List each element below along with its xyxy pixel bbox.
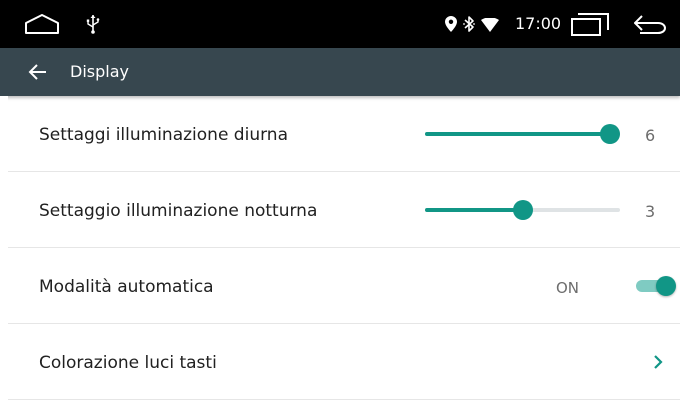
list-item-label: Settaggi illuminazione diurna — [39, 125, 288, 145]
status-time: 17:00 — [515, 14, 562, 33]
status-bar: 17:00 — [0, 0, 680, 48]
switch-thumb[interactable] — [656, 276, 676, 296]
app-bar: Display — [0, 48, 680, 96]
bluetooth-icon — [463, 16, 475, 32]
slider-fill — [425, 208, 523, 212]
list-item-key-lights-color[interactable]: Colorazione luci tasti — [8, 324, 680, 400]
slider-value: 6 — [645, 126, 656, 145]
switch-state-label: ON — [556, 279, 580, 297]
slider-thumb[interactable] — [512, 200, 533, 220]
list-item-label: Settaggio illuminazione notturna — [39, 201, 318, 221]
home-icon[interactable] — [24, 13, 60, 35]
list-item-day-illumination[interactable]: Settaggi illuminazione diurna 6 — [8, 96, 680, 172]
list-item-label: Modalità automatica — [39, 277, 214, 297]
wifi-icon — [481, 18, 499, 32]
list-item-automatic-mode[interactable]: Modalità automatica ON — [8, 248, 680, 324]
location-icon — [445, 16, 457, 32]
slider-fill — [425, 132, 610, 136]
chevron-right-icon[interactable] — [651, 353, 665, 371]
slider-value: 3 — [645, 202, 656, 221]
slider-thumb[interactable] — [600, 124, 620, 144]
night-illumination-slider[interactable] — [425, 200, 620, 220]
left-edge — [0, 96, 8, 414]
day-illumination-slider[interactable] — [425, 124, 620, 144]
list-item-label: Colorazione luci tasti — [39, 353, 217, 373]
list-item-night-illumination[interactable]: Settaggio illuminazione notturna 3 — [8, 172, 680, 248]
recent-apps-icon[interactable] — [570, 12, 610, 36]
page-title: Display — [70, 62, 129, 81]
usb-icon — [86, 15, 100, 34]
settings-list: Settaggi illuminazione diurna 6 Settaggi… — [8, 96, 680, 414]
back-icon[interactable] — [632, 13, 668, 35]
automatic-mode-switch[interactable] — [634, 276, 678, 296]
arrow-left-icon[interactable] — [28, 62, 48, 82]
